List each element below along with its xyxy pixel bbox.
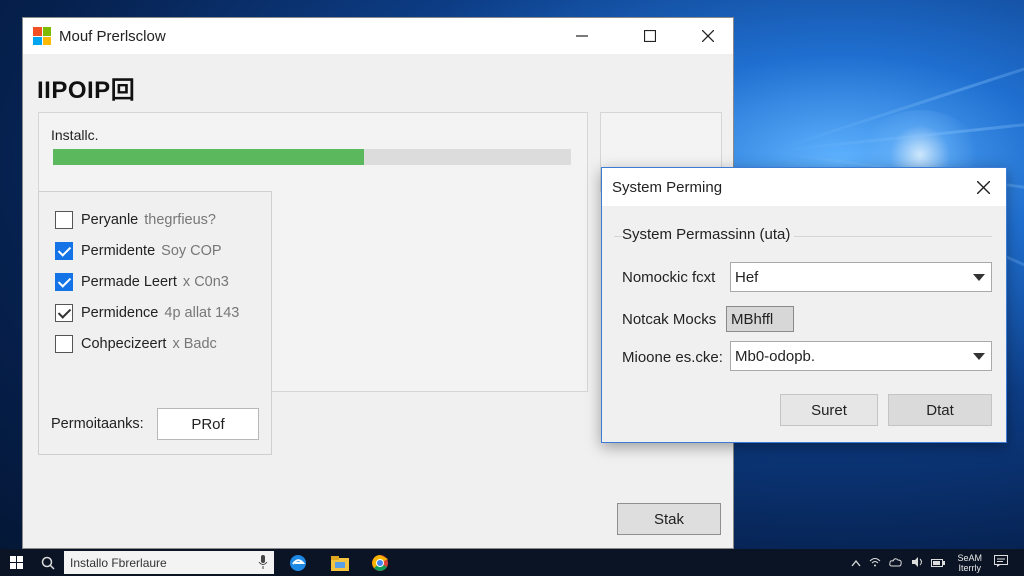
dialog-title: System Perming <box>612 178 723 196</box>
option-detail: thegrfieus? <box>144 212 216 228</box>
system-permissions-dialog: System Perming System Permassinn (uta) N… <box>601 167 1007 443</box>
option-detail: x C0n3 <box>182 274 229 290</box>
taskbar-clock[interactable]: SеАМ Iterrly <box>957 553 982 573</box>
app-icon <box>33 27 51 45</box>
option-label: Permade Leert <box>81 274 177 290</box>
minimize-icon[interactable] <box>559 18 605 54</box>
install-label: Installc. <box>51 127 99 143</box>
option-row[interactable]: Permidente Soy COP <box>55 240 222 262</box>
checkbox[interactable] <box>55 304 73 322</box>
chevron-down-icon[interactable] <box>973 274 985 281</box>
close-icon[interactable] <box>685 18 731 54</box>
page-heading: IIPOIP回 <box>37 77 136 104</box>
dialog-ok-button[interactable]: Dtat <box>888 394 992 426</box>
taskbar: Installo Fbrerlaure SеАМ Iterrly <box>0 549 1024 576</box>
speaker-icon[interactable] <box>911 556 923 570</box>
edge-browser-icon[interactable] <box>288 553 308 573</box>
option-label: Permidente <box>81 243 156 259</box>
field3-value: Mb0-odopb. <box>735 347 816 365</box>
field2-input[interactable]: MBhffl <box>726 306 794 332</box>
option-row[interactable]: Cohpecizeert x Badc <box>55 333 217 355</box>
option-label: Peryanle <box>81 212 139 228</box>
clock-time: SеАМ <box>957 552 982 563</box>
system-tray: SеАМ Iterrly <box>851 549 1024 576</box>
option-row[interactable]: Permidence 4p allat 143 <box>55 302 239 324</box>
progress-fill <box>53 149 364 165</box>
field3-label: Mioone es.cke: <box>622 349 723 366</box>
dialog-cancel-button[interactable]: Suret <box>780 394 878 426</box>
taskbar-search-text: Installo Fbrerlaure <box>70 555 167 570</box>
taskbar-search-box[interactable]: Installo Fbrerlaure <box>64 551 274 574</box>
option-detail: 4p allat 143 <box>164 305 240 321</box>
install-progress-bar <box>53 149 571 165</box>
microphone-icon[interactable] <box>258 555 268 572</box>
checkbox[interactable] <box>55 273 73 291</box>
chrome-browser-icon[interactable] <box>370 553 390 573</box>
field1-value: Hef <box>735 268 759 286</box>
windows-start-icon[interactable] <box>0 549 32 576</box>
option-label: Permidence <box>81 305 159 321</box>
maximize-icon[interactable] <box>627 18 673 54</box>
option-detail: x Badc <box>172 336 217 352</box>
window-titlebar[interactable]: Mouf Prerlsclow <box>23 18 733 54</box>
taskbar-search-icon[interactable] <box>38 553 58 573</box>
option-row[interactable]: Peryanle thegrfieus? <box>55 209 216 231</box>
checkbox[interactable] <box>55 242 73 260</box>
network-icon[interactable] <box>869 556 881 570</box>
clock-date: Iterrly <box>958 562 981 573</box>
checkbox[interactable] <box>55 335 73 353</box>
show-hidden-icons-icon[interactable] <box>851 556 861 570</box>
option-label: Cohpecizeert <box>81 336 167 352</box>
file-explorer-icon[interactable] <box>330 553 350 573</box>
group-title: System Permassinn (uta) <box>622 226 795 243</box>
field1-label: Nomockic fcxt <box>622 269 716 286</box>
battery-icon[interactable] <box>931 556 946 570</box>
chevron-down-icon[interactable] <box>973 353 985 360</box>
permissions-input[interactable]: PRof <box>157 408 259 440</box>
start-button[interactable]: Stak <box>617 503 721 535</box>
window-title: Mouf Prerlsclow <box>59 27 166 45</box>
field2-label: Notcak Mocks <box>622 311 717 328</box>
cloud-icon[interactable] <box>889 556 903 570</box>
option-row[interactable]: Permade Leert x C0n3 <box>55 271 229 293</box>
field1-select[interactable]: Hef <box>730 262 992 292</box>
dialog-close-icon[interactable] <box>970 174 996 200</box>
dialog-titlebar[interactable]: System Perming <box>602 168 1006 206</box>
checkbox[interactable] <box>55 211 73 229</box>
option-detail: Soy COP <box>161 243 222 259</box>
field3-select[interactable]: Mb0-odopb. <box>730 341 992 371</box>
notifications-icon[interactable] <box>994 555 1008 570</box>
permissions-label: Permoitaanks: <box>51 416 144 432</box>
options-panel: Peryanle thegrfieus? Permidente Soy COP … <box>38 191 272 455</box>
